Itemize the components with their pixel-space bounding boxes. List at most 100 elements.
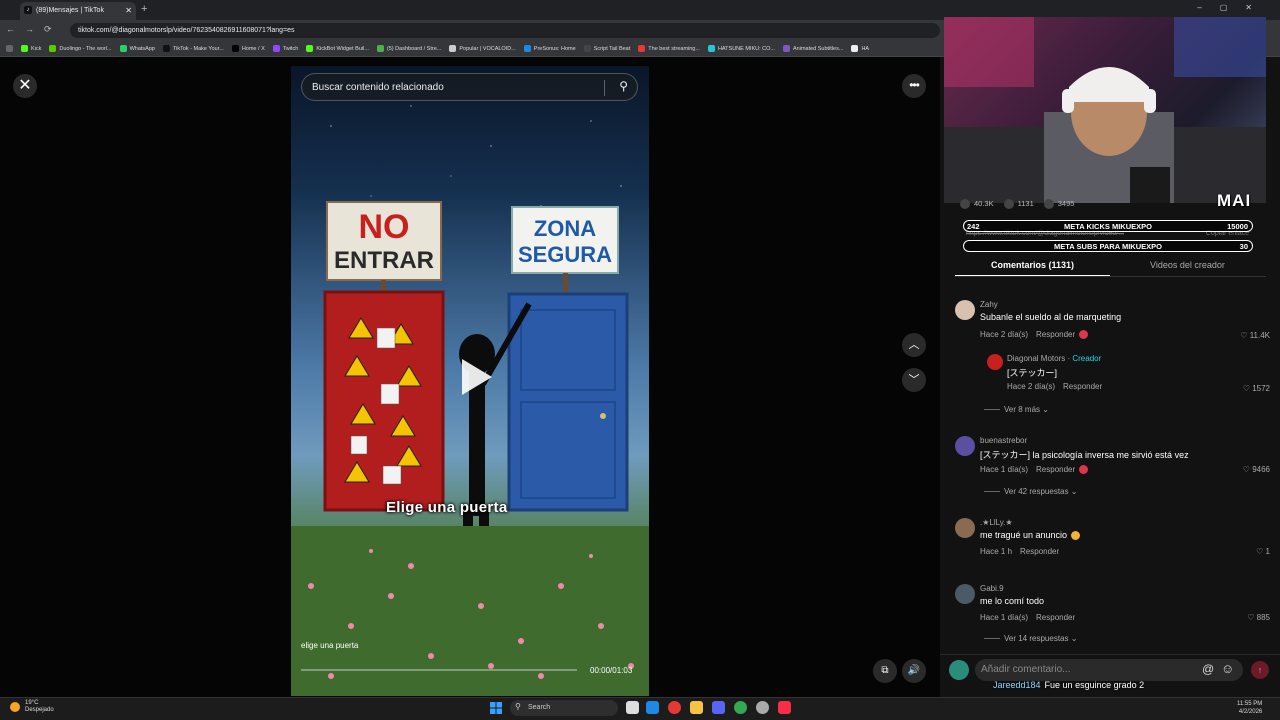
reaction-icon	[1079, 465, 1089, 475]
bookmark-item[interactable]: Twitch	[272, 45, 298, 52]
reply-button[interactable]: Responder	[1036, 613, 1075, 622]
edge-icon[interactable]	[646, 701, 659, 714]
comment-icon	[1003, 199, 1014, 210]
comment-text: me lo comí todo	[980, 596, 1045, 606]
reply-button[interactable]: Responder	[1036, 465, 1075, 474]
chrome-icon[interactable]	[734, 701, 747, 714]
comment-like[interactable]: ♡ 1572	[1243, 384, 1270, 393]
avatar[interactable]	[955, 584, 975, 604]
system-clock[interactable]: 11:55 PM 4/2/2026	[1237, 700, 1262, 716]
bookmark-item[interactable]: TikTok - Make Your...	[162, 45, 224, 52]
close-button[interactable]: ✕	[13, 74, 37, 98]
emoji-icon[interactable]: ☺	[1221, 661, 1234, 676]
taskbar-search[interactable]: ⚲ Search	[510, 700, 618, 716]
volume-icon[interactable]: 🔊	[902, 659, 926, 683]
sign-zona-text: ZONA	[534, 216, 596, 241]
likes-stat[interactable]: 40.3K	[960, 199, 994, 210]
tiktok-icon: ♪	[24, 6, 32, 14]
app-icon[interactable]	[756, 701, 769, 714]
bookmark-item[interactable]: Home / X	[231, 45, 265, 52]
comment-author[interactable]: .★LlLy.★	[980, 518, 1013, 527]
app-icon[interactable]	[668, 701, 681, 714]
video-progress-bar[interactable]	[301, 669, 577, 671]
new-tab-button[interactable]: +	[141, 3, 147, 15]
bookmark-item[interactable]: (5) Dashboard / Stre...	[376, 45, 441, 52]
more-options-icon[interactable]: •••	[902, 74, 926, 98]
video-stats: 40.3K 1131 3495	[960, 199, 1074, 210]
bookmark-item[interactable]: Script Tail Beat	[583, 45, 630, 52]
view-more-replies[interactable]: Ver 8 más ⌄	[984, 405, 1049, 414]
chat-username: Jareedd184	[993, 680, 1041, 690]
send-icon[interactable]: ↑	[1251, 661, 1269, 679]
file-explorer-icon[interactable]	[690, 701, 703, 714]
bookmark-item[interactable]: Duolingo - The worl...	[49, 45, 112, 52]
tab-creator-videos[interactable]: Videos del creador	[1110, 260, 1265, 275]
bookmark-icon	[1043, 199, 1054, 210]
reply-button[interactable]: Responder	[1036, 330, 1075, 339]
mention-icon[interactable]: @	[1202, 662, 1214, 676]
video-caption: Elige una puerta	[386, 499, 508, 516]
goal-bar-kicks: 242 META KICKS MIKUEXPO 15000	[963, 220, 1253, 232]
bookmark-item[interactable]: The best streaming...	[638, 45, 700, 52]
previous-video-button[interactable]: ︿	[902, 333, 926, 357]
windows-start-icon[interactable]	[490, 702, 502, 714]
comment-text: [ステッカー] la psicología inversa me sirvió …	[980, 450, 1189, 460]
sun-icon	[10, 702, 20, 712]
bookmark-item[interactable]: KickBot Widget Buil...	[306, 45, 369, 52]
bookmark-item[interactable]: HATSUNE MIKU: CO...	[707, 45, 775, 52]
bookmark-item[interactable]: Popular | VOCALOID...	[449, 45, 516, 52]
avatar[interactable]	[955, 436, 975, 456]
apps-icon[interactable]	[6, 45, 13, 52]
chat-text: Fue un esguince grado 2	[1044, 680, 1145, 690]
related-search-input[interactable]: Buscar contenido relacionado ⚲	[301, 73, 638, 101]
window-controls[interactable]: –▢✕	[1197, 3, 1270, 12]
weather-widget[interactable]: 19°C Despejado	[10, 700, 54, 714]
comment-text: [ステッカー]	[1007, 368, 1058, 378]
browser-tab[interactable]: ♪ (89)Mensajes | TikTok ✕	[20, 2, 136, 20]
reply-button[interactable]: Responder	[1063, 382, 1102, 391]
avatar[interactable]	[987, 354, 1003, 370]
avatar[interactable]	[955, 300, 975, 320]
nav-buttons[interactable]: ←→⟳	[6, 24, 62, 35]
comment-like[interactable]: ♡ 1	[1256, 547, 1270, 556]
avatar[interactable]	[955, 518, 975, 538]
discord-icon[interactable]	[712, 701, 725, 714]
comments-stat[interactable]: 1131	[1003, 199, 1034, 210]
pip-icon[interactable]: ⧉	[873, 659, 897, 683]
bookmark-item[interactable]: WhatsApp	[119, 45, 155, 52]
play-icon[interactable]	[456, 357, 496, 397]
goal-subs-target: 30	[1239, 242, 1248, 251]
next-video-button[interactable]: ﹀	[902, 368, 926, 392]
emoji-icon	[1071, 531, 1081, 541]
comment-like[interactable]: ♡ 885	[1247, 613, 1270, 622]
search-icon[interactable]: ⚲	[619, 79, 628, 93]
weather-desc: Despejado	[25, 707, 54, 713]
sign-no-text: NO	[359, 208, 410, 246]
goal-kicks-label: META KICKS MIKUEXPO	[1064, 222, 1152, 231]
tab-close-icon[interactable]: ✕	[125, 6, 132, 15]
sign-entrar-text: ENTRAR	[334, 247, 434, 274]
taskbar-search-label: Search	[528, 704, 551, 711]
bookmark-item[interactable]: Animated Subtitles...	[783, 45, 843, 52]
view-more-replies[interactable]: Ver 42 respuestas ⌄	[984, 487, 1077, 496]
tab-comments[interactable]: Comentarios (1131)	[955, 260, 1110, 277]
task-view-icon[interactable]	[626, 701, 639, 714]
comment-author[interactable]: Gabi.9	[980, 584, 1004, 593]
comment-like[interactable]: ♡ 9466	[1243, 465, 1270, 474]
bookmark-item[interactable]: Kick	[21, 45, 41, 52]
comment-like[interactable]: ♡ 11.4K	[1240, 331, 1270, 340]
saves-stat[interactable]: 3495	[1043, 199, 1074, 210]
streamer-tag: MAI	[1217, 191, 1252, 210]
bookmark-item[interactable]: PreSonus: Home	[523, 45, 576, 52]
comment-author[interactable]: Zahy	[980, 300, 998, 309]
heart-icon	[960, 199, 970, 210]
view-more-replies[interactable]: Ver 14 respuestas ⌄	[984, 634, 1077, 643]
comment-author[interactable]: buenastrebor	[980, 436, 1027, 445]
url-field[interactable]: tiktok.com/@diagonalmotorslp/video/76235…	[70, 23, 940, 38]
search-icon: ⚲	[515, 702, 521, 711]
bookmark-item[interactable]: HA	[851, 45, 869, 52]
reply-button[interactable]: Responder	[1020, 547, 1059, 556]
comment-author[interactable]: Diagonal Motors · Creador	[1007, 354, 1101, 363]
video-time: 00:00/01:03	[590, 666, 633, 675]
music-icon[interactable]	[778, 701, 791, 714]
